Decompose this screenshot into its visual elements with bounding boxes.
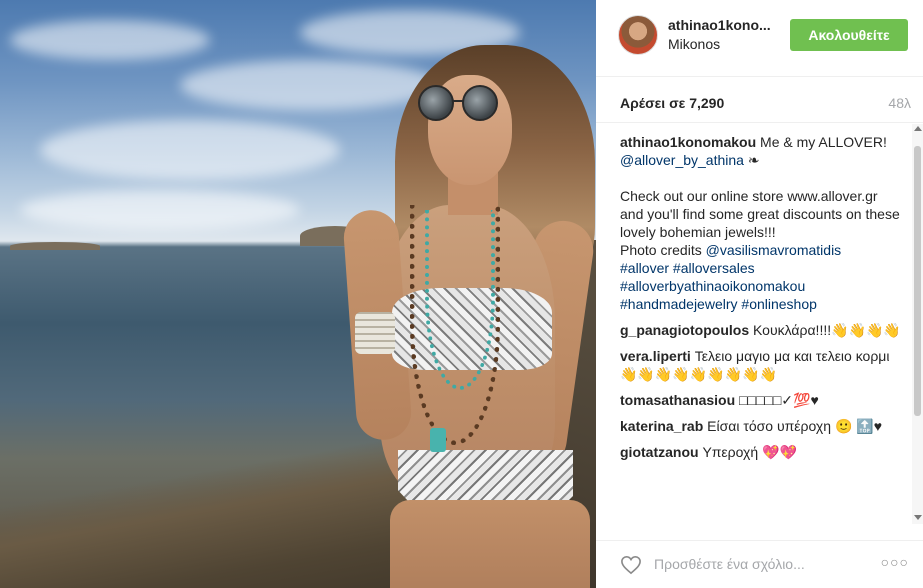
caption-hashtags[interactable]: #allover #alloversales #alloverbyathinao…: [620, 259, 902, 313]
credits-mention[interactable]: @vasilismavromatidis: [706, 242, 842, 258]
scroll-up-arrow-icon[interactable]: [914, 126, 922, 131]
scroll-down-arrow-icon[interactable]: [914, 515, 922, 520]
comment-item: giotatzanou Υπεροχή 💖💖: [620, 443, 902, 461]
comment-username[interactable]: katerina_rab: [620, 418, 703, 434]
caption-emoji: ❧: [747, 152, 760, 168]
post-time[interactable]: 48λ: [888, 95, 911, 111]
caption-text: Me & my ALLOVER!: [760, 134, 887, 150]
avatar[interactable]: [618, 15, 658, 55]
add-comment-input[interactable]: Προσθέστε ένα σχόλιο...: [654, 556, 805, 572]
post-header: athinao1kono... Mikonos Ακολουθείτε: [596, 0, 923, 77]
sunglasses-lens-left: [418, 85, 454, 121]
legs: [390, 500, 590, 588]
sunglasses-lens-right: [462, 85, 498, 121]
caption-body: Check out our online store www.allover.g…: [620, 188, 900, 240]
post-photo[interactable]: [0, 0, 596, 588]
comment-item: g_panagiotopoulos Κουκλάρα!!!!👋👋👋👋: [620, 321, 902, 339]
turquoise-pendant: [430, 428, 446, 452]
post-location[interactable]: Mikonos: [668, 36, 720, 52]
comment-text: Είσαι τόσο υπέροχη 🙂 🔝♥: [707, 418, 883, 434]
comment-text: Κουκλάρα!!!!👋👋👋👋: [753, 322, 901, 338]
comment-username[interactable]: g_panagiotopoulos: [620, 322, 749, 338]
caption: athinao1konomakou Me & my ALLOVER! @allo…: [620, 133, 902, 313]
likes-count[interactable]: Αρέσει σε 7,290: [620, 95, 724, 111]
sunglasses-bridge: [453, 100, 463, 102]
comment-item: vera.liperti Τελειο μαγιο μα και τελειο …: [620, 347, 902, 383]
post-username[interactable]: athinao1kono...: [668, 17, 771, 33]
likes-row: Αρέσει σε 7,290 48λ: [596, 77, 923, 123]
caption-credits: Photo credits @vasilismavromatidis: [620, 241, 902, 259]
caption-mention[interactable]: @allover_by_athina: [620, 152, 744, 168]
comment-username[interactable]: giotatzanou: [620, 444, 699, 460]
comment-footer: Προσθέστε ένα σχόλιο... ○○○: [596, 540, 923, 588]
post-side-panel: athinao1kono... Mikonos Ακολουθείτε Αρέσ…: [596, 0, 923, 588]
more-options-icon[interactable]: ○○○: [881, 554, 909, 570]
bracelets: [355, 312, 395, 354]
comment-username[interactable]: vera.liperti: [620, 348, 691, 364]
scroll-thumb[interactable]: [914, 146, 921, 416]
following-button[interactable]: Ακολουθείτε: [790, 19, 908, 51]
comment-text: Υπεροχή 💖💖: [702, 444, 797, 460]
woman-figure: [0, 0, 596, 588]
comment-item: tomasathanasiou □□□□□✓💯♥: [620, 391, 902, 409]
comment-username[interactable]: tomasathanasiou: [620, 392, 735, 408]
comments-scrollbar[interactable]: [912, 124, 923, 524]
comments-list: athinao1konomakou Me & my ALLOVER! @allo…: [620, 133, 902, 528]
heart-icon[interactable]: [620, 555, 642, 575]
credits-label: Photo credits: [620, 242, 702, 258]
caption-username[interactable]: athinao1konomakou: [620, 134, 756, 150]
comment-text: □□□□□✓💯♥: [739, 392, 819, 408]
turquoise-necklace: [425, 210, 495, 390]
comment-item: katerina_rab Είσαι τόσο υπέροχη 🙂 🔝♥: [620, 417, 902, 435]
